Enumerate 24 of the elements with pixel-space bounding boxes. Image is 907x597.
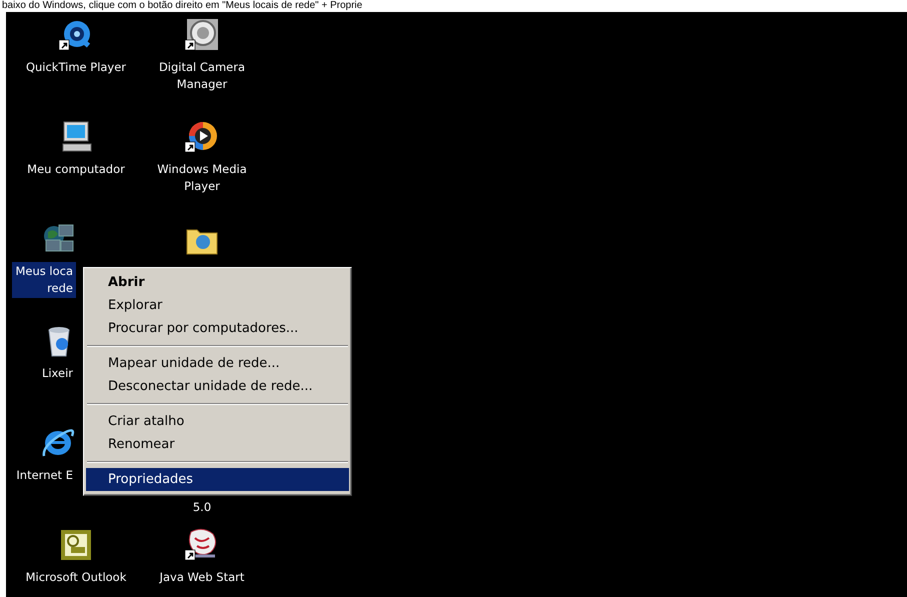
media-player-icon[interactable] (185, 120, 219, 154)
menu-item[interactable]: Desconectar unidade de rede... (86, 375, 349, 398)
desktop-icon-label[interactable]: Meus loca rede (12, 262, 76, 298)
desktop-icon-label[interactable]: Windows Media Player (154, 160, 250, 196)
desktop-icon-label[interactable]: 5.0 (190, 498, 214, 517)
caption-text: baixo do Windows, clique com o botão direito em "Meus locais de rede" + Proprie (1, 0, 364, 12)
desktop-icon-label[interactable]: QuickTime Player (22, 58, 130, 77)
desktop-icon-label[interactable]: Microsoft Outlook (22, 568, 130, 587)
menu-item[interactable]: Explorar (86, 294, 349, 317)
java-web-start-icon[interactable] (185, 528, 219, 562)
desktop-icon-label[interactable]: Java Web Start (156, 568, 248, 587)
menu-item[interactable]: Renomear (86, 433, 349, 456)
outlook-icon[interactable] (59, 528, 93, 562)
desktop-icon-label[interactable]: Internet E (13, 466, 76, 485)
camera-lens-icon[interactable] (185, 18, 219, 52)
quicktime-icon[interactable] (59, 18, 93, 52)
desktop-icon-label[interactable]: Digital Camera Manager (156, 58, 248, 94)
menu-item[interactable]: Procurar por computadores... (86, 317, 349, 340)
desktop-icon-label[interactable]: Meu computador (24, 160, 128, 179)
menu-item[interactable]: Criar atalho (86, 410, 349, 433)
menu-item[interactable]: Abrir (86, 271, 349, 294)
menu-item[interactable]: Mapear unidade de rede... (86, 352, 349, 375)
desktop-icon-label[interactable]: Lixeir (38, 364, 76, 383)
menu-item[interactable]: Propriedades (86, 468, 349, 491)
